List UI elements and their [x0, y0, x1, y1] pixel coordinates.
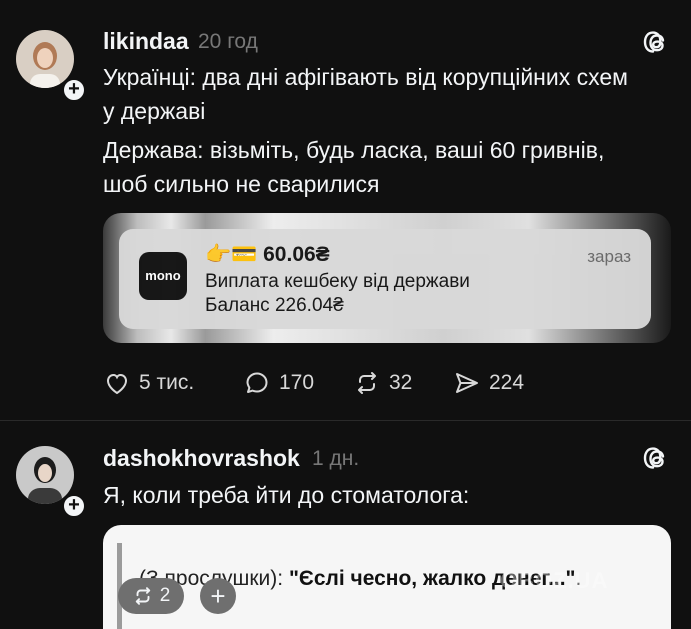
post-time: 1 дн. [312, 447, 360, 470]
username[interactable]: dashokhovrashok [103, 445, 300, 472]
post-time: 20 год [198, 30, 258, 53]
post-text-line: Українці: два дні афігівають від корупці… [103, 64, 628, 90]
repost-button[interactable]: 32 [353, 368, 412, 398]
follow-plus-button[interactable]: + [61, 493, 87, 519]
send-icon [456, 373, 478, 393]
like-button[interactable]: 5 тис. [103, 368, 194, 398]
follow-plus-button[interactable]: + [61, 77, 87, 103]
notification-balance: Баланс 226.04₴ [205, 295, 344, 316]
heart-icon [106, 373, 128, 395]
like-count: 5 тис. [139, 371, 195, 394]
monobank-logo: mono [139, 252, 187, 300]
notification-title: Виплата кешбеку від держави [205, 271, 470, 292]
reply-count: 170 [279, 371, 315, 394]
add-floating-button[interactable]: + [200, 578, 236, 614]
reply-button[interactable]: 170 [243, 368, 314, 398]
post-divider [0, 420, 691, 421]
post-text-line: шоб сильно не сварилися [103, 171, 380, 197]
share-button[interactable]: 224 [453, 368, 524, 398]
threads-icon[interactable] [641, 442, 673, 474]
repost-floating-button[interactable]: 2 [118, 578, 184, 614]
repost-icon [135, 587, 150, 605]
repost-count: 32 [389, 371, 413, 394]
threads-icon[interactable] [641, 26, 673, 58]
repost-icon [358, 372, 376, 394]
bank-notification: mono 👉💳 60.06₴ Виплата кешбеку від держа… [119, 229, 651, 329]
repost-floating-count: 2 [159, 585, 171, 606]
notification-time: зараз [587, 247, 631, 266]
comment-icon [246, 372, 268, 393]
plus-icon: + [210, 580, 226, 611]
username[interactable]: likindaa [103, 28, 189, 55]
cashback-amount: 👉💳 60.06₴ [205, 243, 330, 266]
post-text-line: у державі [103, 98, 206, 124]
watermark: OBOZ.UA [500, 568, 609, 593]
post-image-notification[interactable]: mono 👉💳 60.06₴ Виплата кешбеку від держа… [103, 213, 671, 343]
post-text-line: Держава: візьміть, будь ласка, ваші 60 г… [103, 137, 605, 163]
share-count: 224 [489, 371, 525, 394]
post-actions: 5 тис. 170 32 224 [103, 368, 623, 398]
post-text-line: Я, коли треба йти до стоматолога: [103, 482, 470, 508]
